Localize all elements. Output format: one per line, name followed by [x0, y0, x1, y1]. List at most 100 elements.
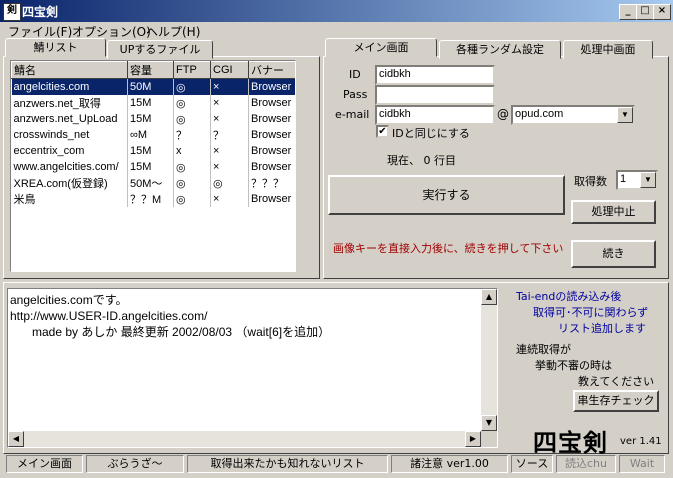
col-server-name[interactable]: 鯖名 — [11, 61, 128, 79]
table-row[interactable]: XREA.com(仮登録) 50M～ ◎ ◎？？？ — [11, 175, 295, 191]
chevron-down-icon[interactable]: ▼ — [617, 107, 633, 123]
log-vertical-scrollbar[interactable]: ▲ ▼ — [481, 289, 497, 431]
cell: ◎ — [210, 175, 249, 191]
cell: × — [210, 143, 249, 159]
cell: Browser — [248, 159, 295, 175]
cell: ◎ — [173, 175, 211, 191]
close-button[interactable]: × — [653, 4, 671, 20]
pass-input[interactable] — [375, 85, 495, 105]
table-row[interactable]: 米鳥 ？？M ◎ × Browser — [11, 191, 295, 207]
sword-icon: 剣 — [3, 3, 21, 21]
cell: ？？M — [127, 191, 174, 207]
id-input[interactable]: cidbkh — [375, 65, 495, 85]
captcha-hint: 画像キーを直接入力後に、続きを押して下さい — [333, 242, 564, 255]
col-cgi[interactable]: CGI — [210, 61, 249, 79]
status-main-screen[interactable]: メイン画面 — [6, 455, 83, 473]
server-table: 鯖名 容量 FTP CGI バナー angelcities.com 50M ◎ × Br… — [11, 61, 295, 207]
continue-button[interactable]: 続き — [571, 240, 656, 268]
table-row[interactable]: www.angelcities.com/15M ◎ × Browser — [11, 159, 295, 175]
status-browser[interactable]: ぶらうざ～ — [86, 455, 184, 473]
stop-button[interactable]: 処理中止 — [571, 200, 656, 224]
cell: eccentrix_com — [11, 143, 128, 159]
proxy-check-button[interactable]: 串生存チェック — [573, 390, 659, 412]
minimize-button[interactable]: _ — [619, 4, 637, 20]
cell: × — [210, 111, 249, 127]
status-loading: 読込chu — [556, 455, 616, 473]
cell: ◎ — [173, 191, 211, 207]
cell: 15M — [127, 111, 174, 127]
maximize-button[interactable]: □ — [636, 4, 654, 20]
log-line: angelcities.comです。 — [10, 293, 128, 307]
version-label: ver 1.41 — [620, 436, 662, 447]
log-textarea[interactable]: angelcities.comです。 http://www.USER-ID.an… — [7, 288, 498, 448]
log-line: made by あしか 最終更新 2002/08/03 （wait[6]を追加） — [32, 325, 331, 339]
cell: ∞M — [127, 127, 174, 143]
domain-select[interactable]: opud.com ▼ — [511, 105, 635, 125]
table-row[interactable]: anzwers.net_取得 15M ◎ × Browser — [11, 95, 295, 111]
cell: anzwers.net_取得 — [11, 95, 128, 111]
cell: Browser — [248, 191, 295, 207]
table-row[interactable]: anzwers.net_UpLoad 15M ◎ × Browser — [11, 111, 295, 127]
domain-select-value: opud.com — [515, 108, 564, 120]
cell: ◎ — [173, 78, 211, 95]
cell: x — [173, 143, 211, 159]
cell: Browser — [248, 127, 295, 143]
cell: ？ — [210, 127, 249, 143]
execute-button[interactable]: 実行する — [328, 175, 565, 215]
cell: 15M — [127, 159, 174, 175]
cell: Browser — [248, 95, 295, 111]
at-sign: @ — [497, 107, 509, 121]
window-title: 四宝剣 — [22, 5, 59, 19]
status-maybe-acquired-list[interactable]: 取得出来たかも知れないリスト — [187, 455, 388, 473]
same-id-label: IDと同じにする — [392, 127, 470, 140]
title-bar: 剣 四宝剣 _ □ × — [0, 0, 673, 22]
scroll-down-icon[interactable]: ▼ — [481, 415, 497, 431]
same-id-checkbox[interactable]: ✔ — [376, 125, 389, 138]
scroll-corner — [481, 431, 497, 447]
cell: × — [210, 78, 249, 95]
scroll-up-icon[interactable]: ▲ — [481, 289, 497, 305]
cell: anzwers.net_UpLoad — [11, 111, 128, 127]
col-ftp[interactable]: FTP — [173, 61, 211, 79]
cell: × — [210, 191, 249, 207]
col-banner[interactable]: バナー — [248, 61, 295, 79]
cell: Browser — [248, 111, 295, 127]
cell: Browser — [248, 78, 295, 95]
note-text: 教えてください — [578, 375, 655, 388]
count-label: 取得数 — [574, 175, 607, 188]
status-notes[interactable]: 諸注意 ver1.00 — [391, 455, 508, 473]
menu-help[interactable]: ヘルプ(H) — [146, 23, 200, 40]
cell: angelcities.com — [11, 78, 128, 95]
cell: www.angelcities.com/ — [11, 159, 128, 175]
tab-processing-screen[interactable]: 処理中画面 — [563, 40, 653, 59]
tab-main-screen[interactable]: メイン画面 — [325, 38, 437, 57]
cell: 50M～ — [127, 175, 174, 191]
tab-random-settings[interactable]: 各種ランダム設定 — [439, 40, 561, 59]
table-row[interactable]: angelcities.com 50M ◎ × Browser — [11, 78, 295, 95]
log-line: http://www.USER-ID.angelcities.com/ — [10, 309, 208, 323]
chevron-down-icon[interactable]: ▼ — [640, 172, 656, 188]
status-source[interactable]: ソース — [511, 455, 553, 473]
log-horizontal-scrollbar[interactable]: ◀ ▶ — [8, 431, 481, 447]
cell: ◎ — [173, 111, 211, 127]
col-capacity[interactable]: 容量 — [127, 61, 174, 79]
tab-server-list[interactable]: 鯖リスト — [5, 38, 106, 57]
note-text: 挙動不審の時は — [535, 359, 612, 372]
status-line: 現在、 0 行目 — [387, 154, 456, 167]
table-row[interactable]: crosswinds_net ∞M？？ Browser — [11, 127, 295, 143]
cell: 15M — [127, 95, 174, 111]
cell: 50M — [127, 78, 174, 95]
scroll-left-icon[interactable]: ◀ — [8, 431, 24, 447]
cell: crosswinds_net — [11, 127, 128, 143]
note-text: Tai-endの読み込み後 — [516, 290, 622, 303]
cell: ？？？ — [248, 175, 295, 191]
note-text: 連続取得が — [516, 343, 571, 356]
count-select-value: 1 — [620, 173, 627, 185]
cell: Browser — [248, 143, 295, 159]
cell: ◎ — [173, 159, 211, 175]
email-input[interactable]: cidbkh — [375, 105, 495, 125]
count-select[interactable]: 1 ▼ — [616, 170, 658, 190]
scroll-right-icon[interactable]: ▶ — [465, 431, 481, 447]
tab-upload-files[interactable]: UPするファイル — [107, 40, 213, 59]
table-row[interactable]: eccentrix_com 15M x × Browser — [11, 143, 295, 159]
